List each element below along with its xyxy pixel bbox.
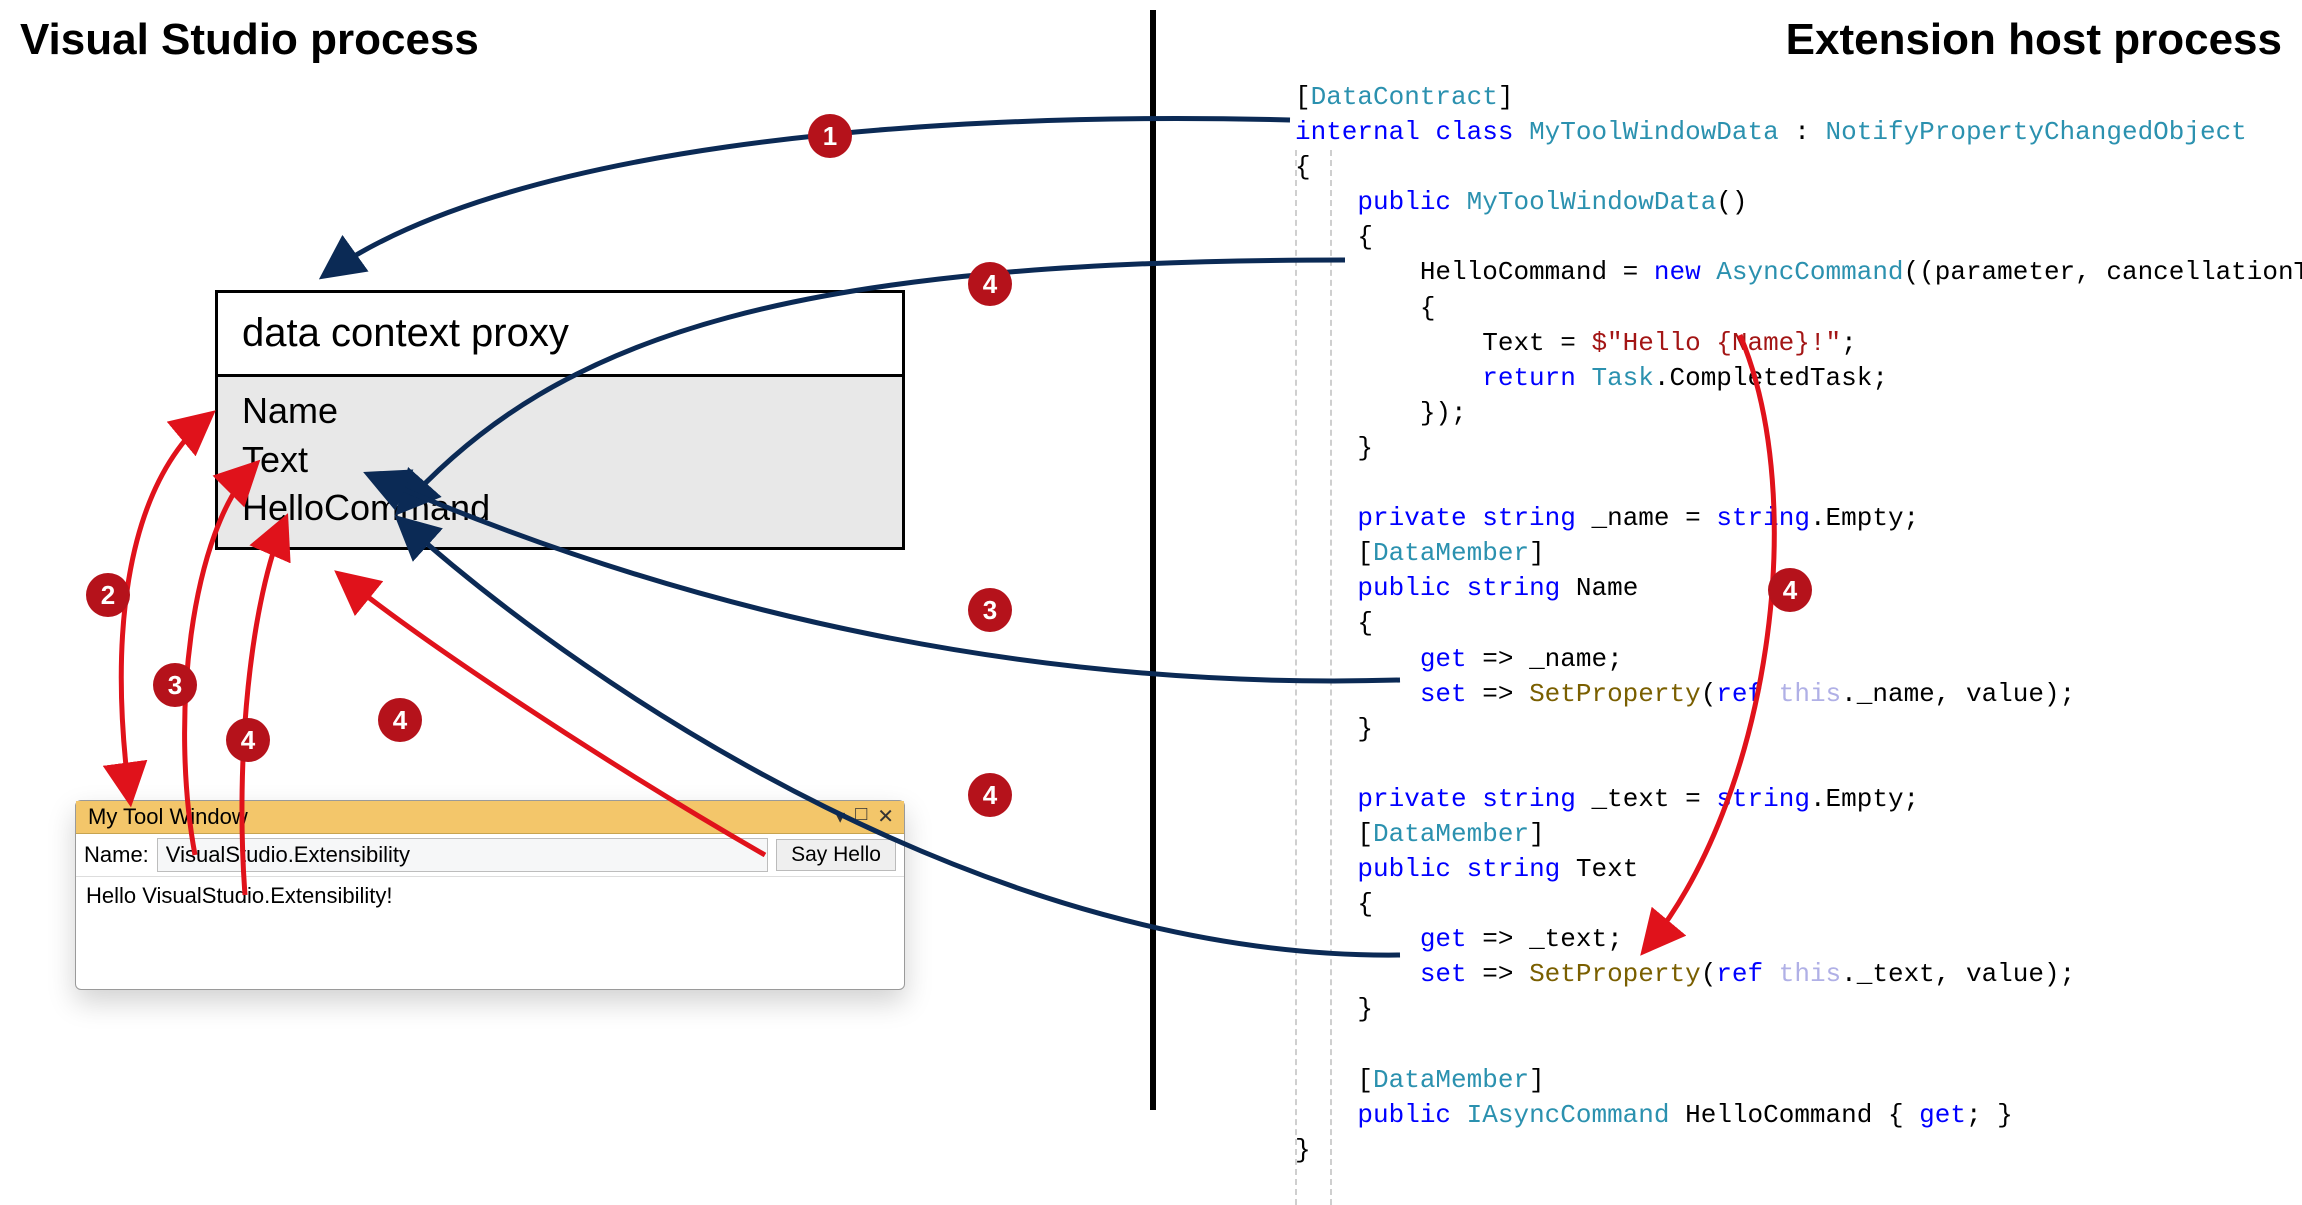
- badge-4-left-a: 4: [226, 718, 270, 762]
- name-label: Name:: [84, 842, 149, 868]
- proxy-fields: Name Text HelloCommand: [218, 377, 902, 547]
- header-left: Visual Studio process: [20, 15, 479, 65]
- badge-4-left-b: 4: [378, 698, 422, 742]
- header-right: Extension host process: [1786, 15, 2282, 65]
- badge-4-bottom-navy: 4: [968, 773, 1012, 817]
- svg-text:4: 4: [983, 780, 998, 810]
- badge-3-left: 3: [153, 663, 197, 707]
- badge-2-left: 2: [86, 573, 130, 617]
- arrow-2-red: [121, 415, 210, 800]
- svg-text:4: 4: [241, 725, 256, 755]
- badge-3-navy: 3: [968, 588, 1012, 632]
- process-divider: [1150, 10, 1156, 1110]
- tool-window-title: My Tool Window: [88, 804, 248, 830]
- svg-text:1: 1: [823, 121, 837, 151]
- svg-text:4: 4: [393, 705, 408, 735]
- proxy-field-hellocommand: HelloCommand: [242, 484, 878, 533]
- proxy-field-name: Name: [242, 387, 878, 436]
- svg-text:3: 3: [983, 595, 997, 625]
- badge-4-top-navy: 4: [968, 262, 1012, 306]
- arrow-1: [325, 119, 1290, 275]
- maximize-icon[interactable]: □: [855, 804, 867, 830]
- data-context-proxy-box: data context proxy Name Text HelloComman…: [215, 290, 905, 550]
- tool-window-titlebar[interactable]: My Tool Window ▾ □ ✕: [76, 801, 904, 834]
- tool-window: My Tool Window ▾ □ ✕ Name: Say Hello Hel…: [75, 800, 905, 990]
- proxy-title: data context proxy: [218, 293, 902, 377]
- code-panel: [DataContract] internal class MyToolWind…: [1295, 80, 2275, 1168]
- name-field[interactable]: [157, 838, 768, 872]
- say-hello-button[interactable]: Say Hello: [776, 839, 896, 871]
- svg-text:3: 3: [168, 670, 182, 700]
- svg-text:2: 2: [101, 580, 115, 610]
- svg-text:4: 4: [983, 269, 998, 299]
- close-icon[interactable]: ✕: [877, 804, 894, 830]
- dropdown-icon[interactable]: ▾: [835, 804, 845, 830]
- proxy-field-text: Text: [242, 436, 878, 485]
- tool-window-output: Hello VisualStudio.Extensibility!: [76, 877, 904, 989]
- badge-1: 1: [808, 114, 852, 158]
